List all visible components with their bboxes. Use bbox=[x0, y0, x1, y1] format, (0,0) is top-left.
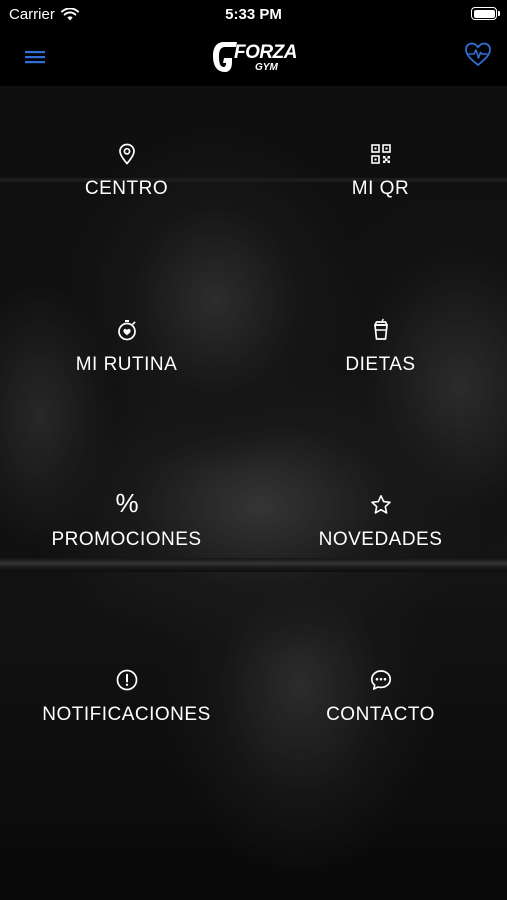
status-bar: Carrier 5:33 PM bbox=[0, 0, 507, 30]
top-nav-bar: FORZA GYM bbox=[0, 30, 507, 86]
menu-item-notificaciones[interactable]: NOTIFICACIONES bbox=[0, 668, 253, 788]
health-button[interactable] bbox=[463, 39, 493, 69]
menu-button[interactable] bbox=[20, 42, 50, 72]
menu-item-contacto[interactable]: CONTACTO bbox=[254, 668, 507, 788]
brand-name: FORZA bbox=[234, 42, 297, 63]
menu-item-mi-qr[interactable]: MI QR bbox=[254, 142, 507, 262]
menu-item-promociones[interactable]: % PROMOCIONES bbox=[0, 488, 253, 613]
menu-item-dietas[interactable]: DIETAS bbox=[254, 318, 507, 438]
menu-item-label: PROMOCIONES bbox=[51, 529, 202, 550]
hamburger-menu-icon bbox=[25, 51, 45, 64]
location-pin-icon bbox=[115, 142, 139, 166]
heart-pulse-icon bbox=[465, 42, 491, 66]
alert-circle-icon bbox=[115, 668, 139, 692]
menu-item-label: DIETAS bbox=[345, 354, 416, 375]
star-icon bbox=[369, 493, 393, 517]
qr-code-icon bbox=[369, 142, 393, 166]
menu-item-novedades[interactable]: NOVEDADES bbox=[254, 493, 507, 613]
menu-item-centro[interactable]: CENTRO bbox=[0, 142, 253, 262]
drink-cup-icon bbox=[369, 318, 393, 342]
percent-icon: % bbox=[115, 488, 139, 518]
menu-item-label: MI QR bbox=[351, 178, 410, 199]
menu-item-label: CONTACTO bbox=[326, 704, 435, 725]
chat-bubble-icon bbox=[369, 668, 393, 692]
brand-subtitle: GYM bbox=[255, 62, 278, 73]
menu-item-label: NOTIFICACIONES bbox=[42, 704, 211, 725]
menu-item-label: MI RUTINA bbox=[75, 354, 178, 375]
status-time: 5:33 PM bbox=[225, 6, 282, 23]
battery-icon bbox=[471, 7, 500, 20]
brand-logo: FORZA GYM bbox=[208, 36, 300, 80]
menu-item-mi-rutina[interactable]: MI RUTINA bbox=[0, 318, 253, 438]
stopwatch-heart-icon bbox=[115, 318, 139, 342]
menu-item-label: CENTRO bbox=[84, 178, 169, 199]
menu-item-label: NOVEDADES bbox=[318, 529, 443, 550]
